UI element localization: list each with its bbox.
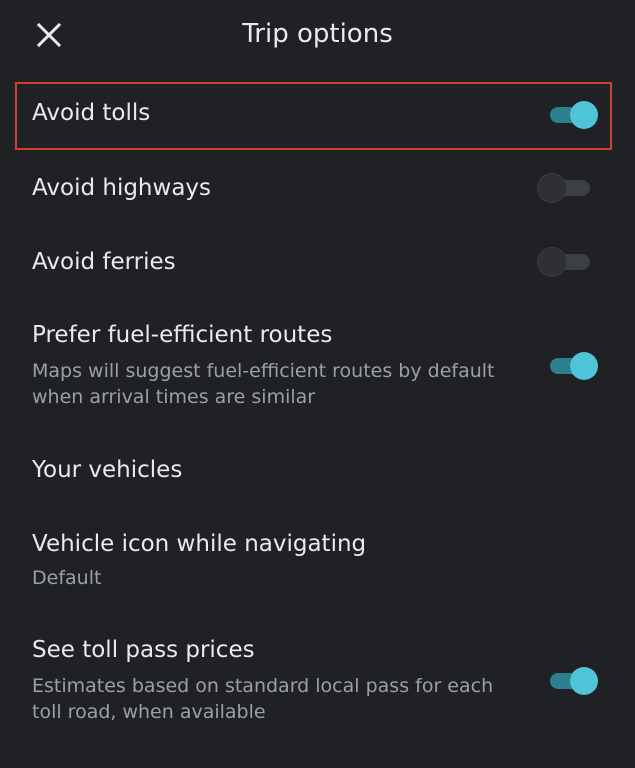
option-label: Prefer fuel-efficient routes bbox=[32, 322, 333, 348]
top-bar: Trip options bbox=[0, 0, 635, 70]
option-subtitle: Estimates based on standard local pass f… bbox=[32, 675, 494, 697]
toggle-thumb bbox=[570, 667, 598, 695]
option-your-vehicles[interactable]: Your vehicles bbox=[0, 440, 635, 500]
option-subtitle: Default bbox=[32, 567, 102, 589]
toggle-thumb bbox=[538, 174, 566, 202]
toggle-thumb bbox=[570, 352, 598, 380]
highlight-box bbox=[15, 82, 612, 150]
option-avoid-ferries[interactable]: Avoid ferries bbox=[0, 234, 635, 294]
option-fuel-efficient-routes[interactable]: Prefer fuel-efficient routes Maps will s… bbox=[0, 310, 635, 420]
option-subtitle: toll road, when available bbox=[32, 701, 266, 723]
option-avoid-highways[interactable]: Avoid highways bbox=[0, 160, 635, 220]
page-title: Trip options bbox=[242, 19, 393, 49]
avoid-highways-toggle[interactable] bbox=[538, 171, 600, 205]
fuel-efficient-toggle[interactable] bbox=[546, 349, 600, 383]
option-subtitle: Maps will suggest fuel-efficient routes … bbox=[32, 360, 495, 382]
option-toll-pass-prices[interactable]: See toll pass prices Estimates based on … bbox=[0, 622, 635, 732]
option-label: Avoid highways bbox=[32, 175, 212, 201]
option-label: Vehicle icon while navigating bbox=[32, 531, 367, 557]
option-subtitle: when arrival times are similar bbox=[32, 386, 316, 408]
toll-pass-prices-toggle[interactable] bbox=[546, 664, 600, 698]
avoid-ferries-toggle[interactable] bbox=[538, 245, 600, 279]
option-vehicle-icon[interactable]: Vehicle icon while navigating Default bbox=[0, 515, 635, 605]
option-label: Your vehicles bbox=[32, 457, 183, 483]
option-label: See toll pass prices bbox=[32, 637, 255, 663]
option-label: Avoid ferries bbox=[32, 249, 176, 275]
toggle-thumb bbox=[538, 248, 566, 276]
